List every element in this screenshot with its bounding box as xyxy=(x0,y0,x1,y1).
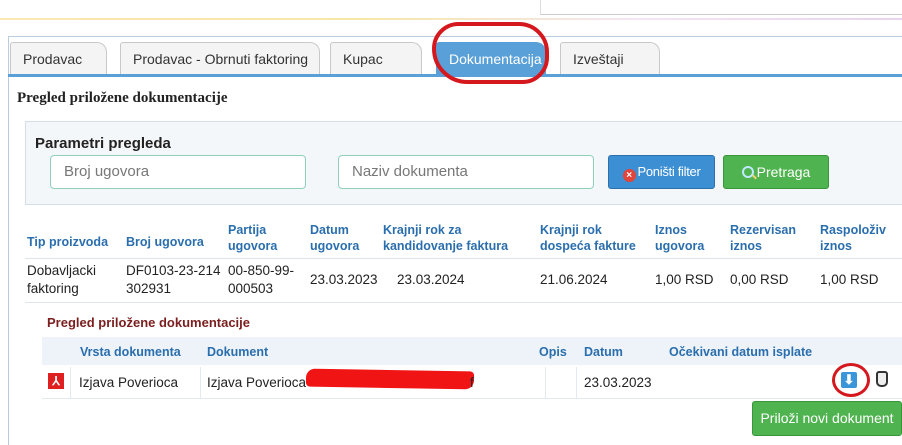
cell-document-name-suffix: f xyxy=(470,375,474,390)
cell-contract-amount: 1,00 RSD xyxy=(655,272,714,287)
col-header: Krajnji rok dospeća fakture xyxy=(540,223,636,253)
tab-label: Kupac xyxy=(343,51,383,67)
tab-label: Prodavac - Obrnuti faktoring xyxy=(133,51,309,67)
col-header: Rezervisan iznos xyxy=(730,223,797,253)
attach-document-button[interactable]: Priloži novi dokument xyxy=(752,401,902,436)
reset-filter-label: Poništi filter xyxy=(637,164,701,179)
pdf-icon: ⅄ xyxy=(48,373,64,389)
col-separator xyxy=(576,367,577,398)
col-header: Tip proizvoda xyxy=(27,235,109,249)
search-button[interactable]: Pretraga xyxy=(723,155,829,189)
doc-col-header: Opis xyxy=(539,345,567,359)
cell-contract-batch: 00-850-99-000503 xyxy=(228,263,295,296)
redaction-mark xyxy=(305,368,475,390)
document-name-input[interactable]: Naziv dokumenta xyxy=(338,155,594,189)
col-header: Iznos ugovora xyxy=(655,223,705,253)
tab-izvestaji[interactable]: Izveštaji xyxy=(560,42,660,74)
top-search-field[interactable] xyxy=(540,0,902,15)
top-divider xyxy=(0,18,902,20)
doc-col-header: Vrsta dokumenta xyxy=(80,345,181,359)
col-header: Broj ugovora xyxy=(126,235,204,249)
tab-label: Prodavac xyxy=(23,51,83,67)
row-divider xyxy=(25,258,902,259)
doc-col-header: Očekivani datum isplate xyxy=(669,345,813,359)
annotation-circle xyxy=(432,22,549,84)
cell-invoice-deadline: 23.03.2024 xyxy=(397,272,465,287)
cell-available-amount: 1,00 RSD xyxy=(820,272,879,287)
col-header: Raspoloživ iznos xyxy=(820,223,886,253)
tab-prodavac-obrnuti[interactable]: Prodavac - Obrnuti faktoring xyxy=(120,42,320,74)
doc-col-header: Datum xyxy=(584,345,623,359)
row-divider xyxy=(25,302,902,303)
tab-label: Izveštaji xyxy=(573,51,624,67)
search-label: Pretraga xyxy=(756,164,811,180)
col-separator xyxy=(70,367,71,398)
annotation-circle xyxy=(832,363,870,397)
cell-contract-number: DF0103-23-214302931 xyxy=(126,263,221,296)
search-icon xyxy=(741,166,754,178)
cell-reserved-amount: 0,00 RSD xyxy=(730,272,789,287)
filter-panel-title: Parametri pregleda xyxy=(35,135,171,152)
cell-document-date: 23.03.2023 xyxy=(584,375,652,390)
col-header: Krajnji rok za kandidovanje faktura xyxy=(383,223,509,253)
cell-document-name[interactable]: Izjava Poverioca xyxy=(207,374,306,392)
reset-filter-button[interactable]: × Poništi filter xyxy=(608,155,715,189)
tab-kupac[interactable]: Kupac xyxy=(330,42,422,74)
col-header: Datum ugovora xyxy=(310,223,360,253)
cell-contract-date: 23.03.2023 xyxy=(310,272,378,287)
tab-prodavac[interactable]: Prodavac xyxy=(10,42,107,74)
col-separator xyxy=(200,367,201,398)
cell-due-deadline: 21.06.2024 xyxy=(540,272,608,287)
documents-title: Pregled priložene dokumentacije xyxy=(47,315,250,330)
cell-document-type: Izjava Poverioca xyxy=(79,375,179,390)
cell-product-type: Dobavljacki faktoring xyxy=(27,263,97,296)
page-title: Pregled priložene dokumentacije xyxy=(17,90,228,106)
col-header: Partija ugovora xyxy=(228,223,278,253)
contract-number-input[interactable]: Broj ugovora xyxy=(50,155,306,189)
clear-filter-icon: × xyxy=(622,169,636,182)
trash-icon[interactable] xyxy=(876,371,888,387)
col-separator xyxy=(545,367,546,398)
doc-col-header: Dokument xyxy=(207,345,269,359)
